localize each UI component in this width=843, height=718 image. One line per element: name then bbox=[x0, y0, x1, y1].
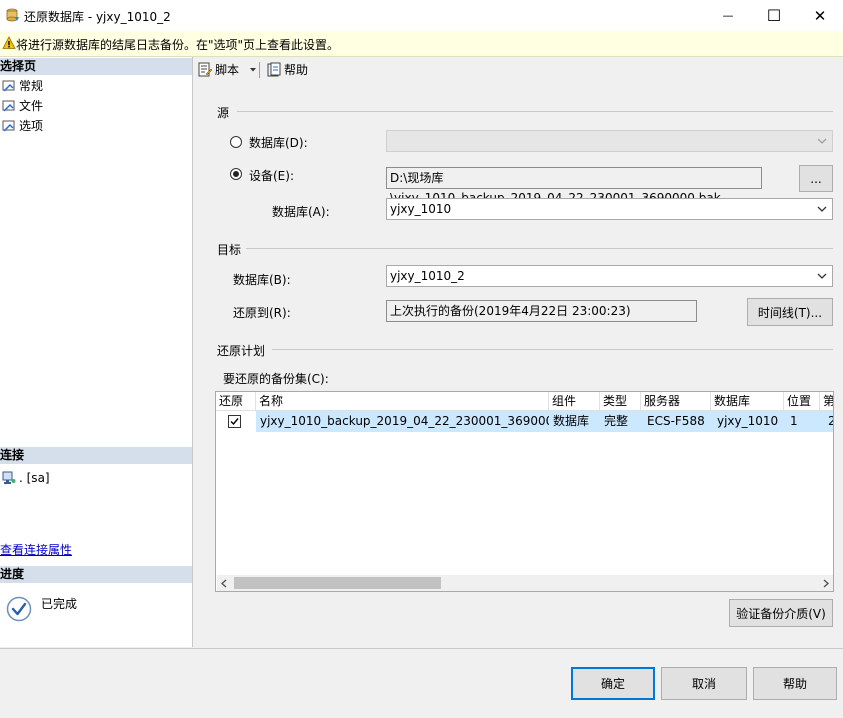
table-row-type-cell: 完整 bbox=[600, 411, 641, 432]
close-icon: ✕ bbox=[813, 6, 827, 25]
target-divider bbox=[246, 248, 833, 249]
source-group-title: 源 bbox=[217, 106, 230, 120]
warning-bar: 将进行源数据库的结尾日志备份。在"选项"页上查看此设置。 bbox=[0, 31, 843, 57]
cancel-button[interactable]: 取消 bbox=[661, 667, 747, 700]
scrollbar-thumb[interactable] bbox=[234, 577, 441, 589]
column-header-position[interactable]: 位置 bbox=[784, 392, 820, 411]
restore-to-field: 上次执行的备份(2019年4月22日 23:00:23) bbox=[386, 300, 697, 322]
page-item-label: 常规 bbox=[19, 79, 44, 93]
script-button[interactable]: 脚本 bbox=[197, 61, 239, 78]
page-item-label: 文件 bbox=[19, 99, 44, 113]
connection-header: 连接 bbox=[0, 447, 192, 464]
toolbar: 脚本 帮助 bbox=[193, 57, 843, 83]
completed-check-icon bbox=[6, 596, 32, 622]
left-panel: 选择页 常规 文件 选项 连接 . [sa] 查看连接属性 进度 已完成 bbox=[0, 57, 193, 647]
backupsets-label: 要还原的备份集(C): bbox=[223, 372, 329, 386]
page-item-files[interactable]: 文件 bbox=[2, 97, 43, 115]
help-book-icon bbox=[267, 62, 281, 76]
chevron-down-icon bbox=[817, 138, 827, 144]
source-db-combo[interactable]: yjxy_1010 bbox=[386, 198, 833, 220]
source-device-radio-label: 设备(E): bbox=[249, 169, 294, 183]
chevron-down-icon[interactable] bbox=[249, 67, 257, 73]
plan-divider bbox=[272, 349, 833, 350]
title-bar: 还原数据库 - yjxy_1010_2 — ☐ ✕ bbox=[0, 0, 843, 31]
page-item-options[interactable]: 选项 bbox=[2, 117, 43, 135]
help-toolbar-button[interactable]: 帮助 bbox=[266, 61, 308, 78]
minimize-button[interactable]: — bbox=[705, 0, 751, 31]
timeline-button[interactable]: 时间线(T)... bbox=[747, 298, 833, 326]
column-header-first[interactable]: 第 bbox=[820, 392, 833, 411]
horizontal-scrollbar[interactable] bbox=[217, 575, 833, 591]
view-connection-properties-link[interactable]: 查看连接属性 bbox=[0, 541, 72, 558]
verify-backup-media-button[interactable]: 验证备份介质(V) bbox=[729, 599, 833, 627]
restore-database-icon bbox=[6, 8, 19, 22]
connection-item: . [sa] bbox=[2, 469, 50, 487]
table-row-name-cell: yjxy_1010_backup_2019_04_22_230001_36900… bbox=[256, 411, 549, 432]
backup-sets-grid[interactable]: 还原 名称 组件 类型 服务器 数据库 位置 第 yjxy_1010_backu… bbox=[215, 391, 834, 592]
table-row-restore-cell[interactable] bbox=[216, 411, 256, 432]
scroll-right-icon[interactable] bbox=[822, 579, 830, 588]
footer-divider bbox=[0, 648, 843, 649]
browse-device-button[interactable]: ... bbox=[799, 165, 833, 192]
source-database-radio[interactable] bbox=[230, 136, 242, 148]
chevron-down-icon bbox=[817, 206, 827, 212]
source-device-radio[interactable] bbox=[230, 168, 242, 180]
maximize-button[interactable]: ☐ bbox=[751, 0, 797, 31]
help-toolbar-label: 帮助 bbox=[284, 63, 309, 77]
device-path-field[interactable]: D:\现场库\yjxy_1010_backup_2019_04_22_23000… bbox=[386, 167, 762, 205]
page-icon bbox=[2, 120, 15, 132]
page-icon bbox=[2, 100, 15, 112]
warning-icon bbox=[2, 36, 16, 49]
source-db-value: yjxy_1010 bbox=[390, 202, 452, 216]
close-button[interactable]: ✕ bbox=[797, 0, 843, 31]
plan-group-title: 还原计划 bbox=[217, 344, 266, 358]
source-divider bbox=[237, 111, 833, 112]
warning-text: 将进行源数据库的结尾日志备份。在"选项"页上查看此设置。 bbox=[16, 38, 340, 52]
chevron-down-icon bbox=[817, 273, 827, 279]
column-header-component[interactable]: 组件 bbox=[549, 392, 600, 411]
table-row-database-cell: yjxy_1010 bbox=[711, 411, 784, 432]
page-icon bbox=[2, 80, 15, 92]
server-icon bbox=[2, 471, 16, 484]
restore-checkbox[interactable] bbox=[228, 415, 241, 428]
column-header-database[interactable]: 数据库 bbox=[711, 392, 784, 411]
column-header-type[interactable]: 类型 bbox=[600, 392, 641, 411]
column-header-server[interactable]: 服务器 bbox=[641, 392, 711, 411]
target-db-value: yjxy_1010_2 bbox=[390, 269, 465, 283]
ok-button[interactable]: 确定 bbox=[571, 667, 655, 700]
progress-header: 进度 bbox=[0, 566, 192, 583]
source-database-radio-label: 数据库(D): bbox=[249, 136, 308, 150]
table-row-component-cell: 数据库 bbox=[549, 411, 600, 432]
check-icon bbox=[230, 418, 239, 426]
target-group-title: 目标 bbox=[217, 243, 242, 257]
source-db-label: 数据库(A): bbox=[272, 205, 330, 219]
connection-value: . [sa] bbox=[19, 471, 50, 485]
select-page-header: 选择页 bbox=[0, 58, 192, 75]
table-row-position-cell: 1 bbox=[784, 411, 820, 432]
page-item-label: 选项 bbox=[19, 119, 44, 133]
window-title: 还原数据库 - yjxy_1010_2 bbox=[24, 10, 171, 24]
table-row-server-cell: ECS-F588 bbox=[641, 411, 711, 432]
target-db-combo[interactable]: yjxy_1010_2 bbox=[386, 265, 833, 287]
column-header-restore[interactable]: 还原 bbox=[216, 392, 256, 411]
script-label: 脚本 bbox=[215, 63, 240, 77]
scroll-left-icon[interactable] bbox=[220, 579, 228, 588]
page-item-general[interactable]: 常规 bbox=[2, 77, 43, 95]
table-row-first-cell: 2 bbox=[820, 411, 833, 432]
source-database-combo bbox=[386, 130, 833, 152]
toolbar-separator bbox=[259, 62, 260, 78]
help-button[interactable]: 帮助 bbox=[753, 667, 837, 700]
minimize-icon: — bbox=[722, 9, 734, 22]
maximize-icon: ☐ bbox=[766, 6, 782, 25]
script-icon bbox=[198, 62, 213, 76]
target-db-label: 数据库(B): bbox=[233, 273, 291, 287]
progress-status: 已完成 bbox=[41, 597, 78, 611]
restore-to-label: 还原到(R): bbox=[233, 306, 291, 320]
column-header-name[interactable]: 名称 bbox=[256, 392, 549, 411]
